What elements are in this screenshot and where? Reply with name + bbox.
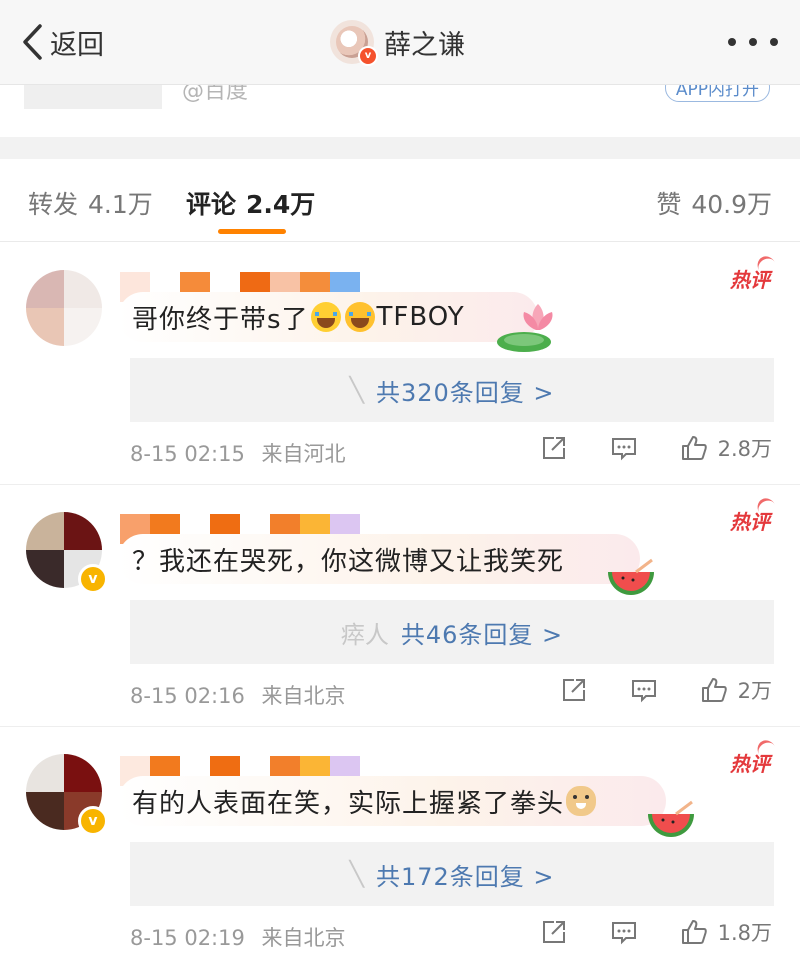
replies-link: 共320条回复 > — [375, 378, 555, 407]
comment-time: 8-15 02:16 — [130, 684, 245, 708]
tab-label: 转发 — [28, 190, 79, 219]
comment-actions: 2万 — [518, 670, 772, 710]
comment-bubble: ？我还在哭死，你这微博又让我笑死 — [118, 534, 640, 584]
share-button[interactable] — [540, 434, 568, 462]
share-icon — [542, 437, 565, 459]
comment-text-suffix: TFBOY — [376, 302, 465, 332]
comment-time: 8-15 02:15 — [130, 442, 245, 466]
tab-label: 赞 — [656, 190, 682, 219]
chevron-left-icon — [23, 24, 42, 60]
comment-icon — [631, 680, 656, 703]
page-title: 薛之谦 — [384, 29, 465, 61]
comment-actions: 1.8万 — [498, 912, 772, 952]
hot-comment-badge: 热评 — [730, 736, 781, 777]
tab-count: 2.4万 — [246, 190, 316, 219]
back-label: 返回 — [50, 29, 104, 61]
reply-button[interactable] — [630, 676, 658, 704]
like-count: 2万 — [737, 679, 772, 703]
reply-button[interactable] — [610, 918, 638, 946]
card-source: @百度 — [182, 85, 249, 104]
verified-badge-icon: v — [78, 564, 108, 594]
card-thumbnail — [24, 85, 162, 109]
comment-meta: 8-15 02:15 来自河北 — [130, 438, 346, 468]
comment-meta: 8-15 02:19 来自北京 — [130, 922, 346, 952]
comment-icon — [611, 438, 636, 461]
comment-bubble: 有的人表面在笑，实际上握紧了拳头 — [118, 776, 666, 826]
thumbs-up-icon — [681, 436, 707, 460]
hot-comment-badge: 热评 — [730, 252, 781, 293]
verified-badge-icon: v — [78, 806, 108, 836]
thumbs-up-icon — [701, 678, 727, 702]
active-tab-indicator — [218, 229, 286, 234]
lotus-decoration-icon — [497, 304, 553, 352]
tab-comments[interactable]: 评论 2.4万 — [186, 185, 315, 221]
like-count: 2.8万 — [717, 437, 772, 461]
hot-comment-badge: 热评 — [730, 494, 781, 535]
comment-actions: 2.8万 — [498, 428, 772, 468]
share-button[interactable] — [540, 918, 568, 946]
tab-count: 4.1万 — [88, 190, 153, 219]
share-icon — [562, 679, 585, 701]
open-in-app-button[interactable]: APP内打开 — [664, 85, 770, 102]
crying-emoji-icon — [344, 302, 375, 332]
comment-text: ？我还在哭死，你这微博又让我笑死 — [132, 546, 565, 577]
watermelon-decoration-icon — [608, 558, 654, 595]
more-dots-icon[interactable] — [728, 30, 778, 54]
nav-title[interactable]: v 薛之谦 — [330, 18, 465, 66]
reply-button[interactable] — [610, 434, 638, 462]
like-button[interactable]: 2.8万 — [680, 433, 772, 463]
verified-badge-icon: v — [358, 46, 378, 66]
crying-emoji-icon — [310, 302, 341, 332]
comment-location: 来自北京 — [261, 926, 346, 950]
comment-location: 来自北京 — [261, 684, 346, 708]
comment-location: 来自河北 — [261, 442, 346, 466]
tab-count: 40.9万 — [691, 190, 772, 219]
share-icon — [542, 921, 565, 943]
comment-time: 8-15 02:19 — [130, 926, 245, 950]
comment-text: 有的人表面在笑，实际上握紧了拳头 — [132, 788, 565, 819]
like-button[interactable]: 2万 — [700, 675, 772, 705]
replies-button[interactable]: 瘁人 共46条回复 > — [130, 600, 774, 664]
reply-preview: ╲ — [349, 860, 364, 888]
comment-item: 热评 哥你终于带s了 TFBOY ╲ 共320条回复 > 8-15 02:15 … — [0, 242, 800, 485]
comment-bubble: 哥你终于带s了 TFBOY — [118, 292, 538, 342]
share-button[interactable] — [560, 676, 588, 704]
doge-emoji-icon — [566, 786, 597, 816]
comment-icon — [611, 922, 636, 945]
back-button[interactable]: 返回 — [20, 22, 104, 62]
comment-item: v 热评 ？我还在哭死，你这微博又让我笑死 瘁人 共46条回复 > 8-15 0… — [0, 484, 800, 727]
section-divider — [0, 137, 800, 159]
like-count: 1.8万 — [717, 921, 772, 945]
watermelon-decoration-icon — [648, 800, 694, 837]
top-nav-bar: 返回 v 薛之谦 — [0, 0, 800, 85]
comment-meta: 8-15 02:16 来自北京 — [130, 680, 346, 710]
comment-item: v 热评 有的人表面在笑，实际上握紧了拳头 ╲ 共172条回复 > 8-15 0… — [0, 726, 800, 968]
reply-preview: ╲ — [349, 376, 364, 404]
tab-likes[interactable]: 赞 40.9万 — [656, 185, 772, 221]
replies-button[interactable]: ╲ 共172条回复 > — [130, 842, 774, 906]
replies-button[interactable]: ╲ 共320条回复 > — [130, 358, 774, 422]
thumbs-up-icon — [681, 920, 707, 944]
replies-link: 共172条回复 > — [375, 862, 555, 891]
replies-link: 共46条回复 > — [400, 620, 564, 649]
avatar[interactable] — [26, 270, 102, 346]
link-card[interactable]: @百度 APP内打开 — [0, 85, 800, 135]
tab-bar: 转发 4.1万 评论 2.4万 赞 40.9万 — [0, 159, 800, 242]
avatar: v — [330, 20, 378, 66]
like-button[interactable]: 1.8万 — [680, 917, 772, 947]
comment-text: 哥你终于带s了 — [132, 304, 309, 335]
tab-label: 评论 — [186, 190, 237, 219]
reply-preview: 瘁人 — [340, 620, 389, 649]
tab-repost[interactable]: 转发 4.1万 — [28, 185, 153, 221]
